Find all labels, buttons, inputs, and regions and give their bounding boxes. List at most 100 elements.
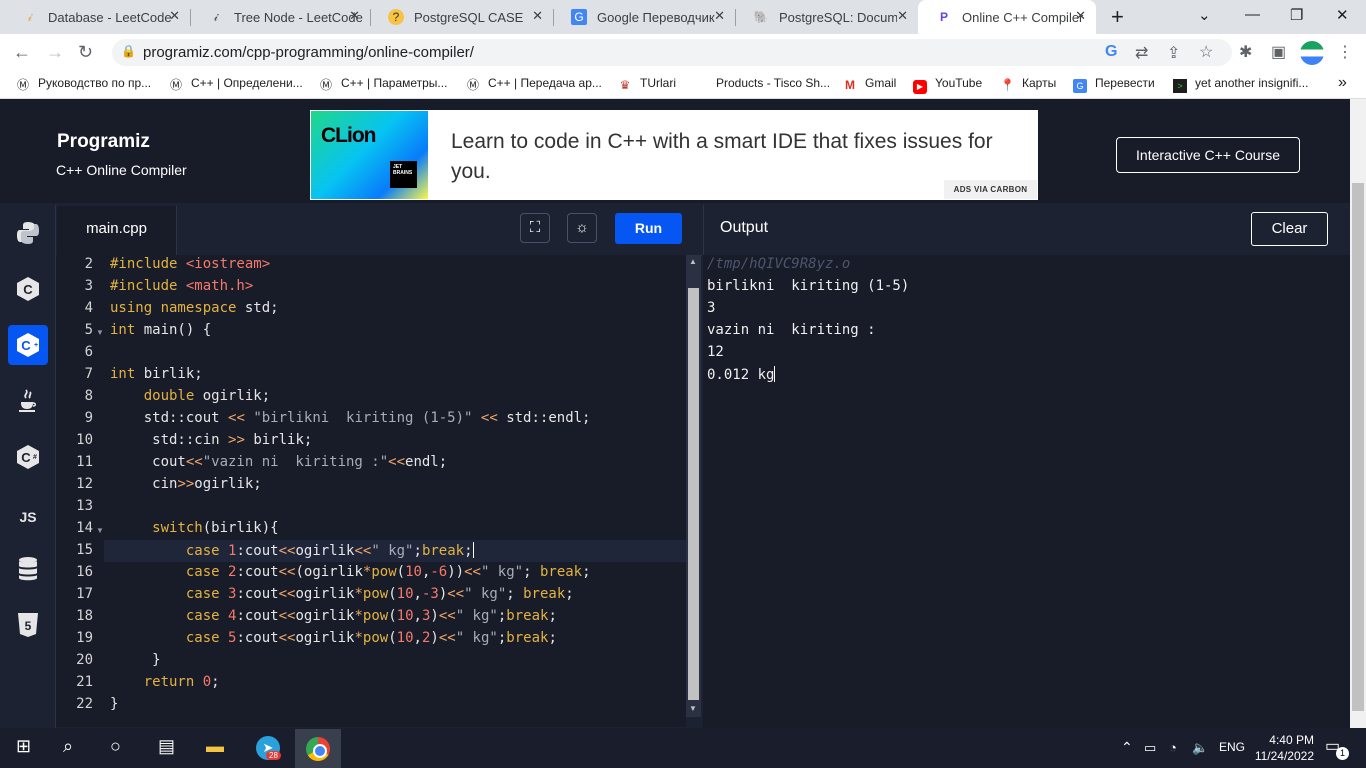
volume-icon[interactable]: 🔈 bbox=[1192, 740, 1208, 756]
html5-icon[interactable]: 5 bbox=[10, 607, 46, 643]
close-tab-icon[interactable]: ✕ bbox=[532, 8, 543, 24]
bookmark-item[interactable]: M Gmail bbox=[843, 76, 896, 92]
close-window-icon[interactable]: ✕ bbox=[1336, 6, 1349, 24]
code-line[interactable]: cin>>ogirlik; bbox=[110, 476, 262, 492]
javascript-icon[interactable]: JS bbox=[10, 499, 46, 535]
menu-icon[interactable]: ⋮ bbox=[1337, 42, 1353, 62]
line-number: 3 bbox=[84, 278, 93, 294]
close-tab-icon[interactable]: ✕ bbox=[169, 8, 180, 24]
side-panel-icon[interactable]: ▣ bbox=[1271, 42, 1286, 62]
new-tab-icon[interactable]: + bbox=[1111, 4, 1124, 30]
code-line[interactable]: int birlik; bbox=[110, 366, 203, 382]
battery-icon[interactable]: ▭ bbox=[1144, 740, 1156, 756]
editor-scrollbar-thumb[interactable] bbox=[688, 288, 699, 700]
fold-arrow-icon[interactable]: ▼ bbox=[96, 328, 104, 337]
bookmark-item[interactable]: Products - Tisco Sh... bbox=[716, 76, 830, 90]
code-line[interactable]: int main() { bbox=[110, 322, 211, 338]
code-line[interactable]: } bbox=[110, 696, 118, 712]
code-line[interactable]: switch(birlik){ bbox=[110, 520, 278, 536]
database-icon[interactable] bbox=[10, 551, 46, 587]
browser-tab-2[interactable]: 𝒾 Tree Node - LeetCode ✕ bbox=[190, 0, 370, 34]
code-line[interactable]: std::cout << "birlikni kiriting (1-5)" <… bbox=[110, 410, 591, 426]
ad-text[interactable]: Learn to code in C++ with a smart IDE th… bbox=[451, 127, 1011, 187]
bookmark-star-icon[interactable]: ☆ bbox=[1199, 42, 1213, 62]
minimize-icon[interactable]: — bbox=[1245, 6, 1260, 23]
taskbar-clock[interactable]: 4:40 PM 11/24/2022 bbox=[1254, 732, 1314, 764]
code-line[interactable]: #include <iostream> bbox=[110, 256, 270, 272]
code-line[interactable]: cout<<"vazin ni kiriting :"<<endl; bbox=[110, 454, 447, 470]
java-icon[interactable] bbox=[10, 383, 46, 419]
code-line[interactable]: #include <math.h> bbox=[110, 278, 253, 294]
interactive-course-button[interactable]: Interactive C++ Course bbox=[1116, 137, 1300, 173]
file-explorer-icon[interactable]: ▬ bbox=[206, 736, 224, 757]
browser-tab-1[interactable]: 𝒾 Database - LeetCode ✕ bbox=[4, 0, 190, 34]
close-tab-icon[interactable]: ✕ bbox=[714, 8, 725, 24]
python-icon[interactable] bbox=[10, 215, 46, 251]
code-line[interactable]: case 5:cout<<ogirlik*pow(10,2)<<" kg";br… bbox=[110, 630, 557, 646]
bookmark-item[interactable]: ▶ YouTube bbox=[913, 76, 982, 94]
browser-tab-3[interactable]: ? PostgreSQL CASE ✕ bbox=[370, 0, 553, 34]
close-tab-icon[interactable]: ✕ bbox=[349, 8, 360, 24]
fold-arrow-icon[interactable]: ▼ bbox=[96, 526, 104, 535]
search-icon[interactable]: ⌕ bbox=[63, 736, 73, 757]
scroll-down-icon[interactable]: ▼ bbox=[689, 704, 697, 713]
scroll-up-icon[interactable]: ▲ bbox=[689, 257, 697, 266]
page-scrollbar-thumb[interactable] bbox=[1352, 183, 1364, 711]
file-tab-main-cpp[interactable]: main.cpp bbox=[57, 206, 177, 255]
more-bookmarks-icon[interactable]: » bbox=[1338, 74, 1347, 92]
profile-avatar[interactable] bbox=[1300, 41, 1324, 65]
forward-icon[interactable]: → bbox=[46, 42, 64, 63]
code-line[interactable]: case 4:cout<<ogirlik*pow(10,3)<<" kg";br… bbox=[110, 608, 557, 624]
browser-tab-6-active[interactable]: P Online C++ Compiler ✕ bbox=[918, 0, 1096, 34]
browser-tab-5[interactable]: 🐘 PostgreSQL: Documen ✕ bbox=[735, 0, 918, 34]
theme-toggle-icon[interactable]: ☼ bbox=[567, 213, 597, 243]
lock-icon[interactable]: 🔒 bbox=[121, 44, 136, 58]
browser-tab-strip: 𝒾 Database - LeetCode ✕ 𝒾 Tree Node - Le… bbox=[0, 0, 1366, 34]
code-line[interactable]: } bbox=[110, 652, 160, 668]
c-icon[interactable]: C bbox=[10, 271, 46, 307]
back-icon[interactable]: ← bbox=[13, 42, 31, 63]
show-hidden-icons[interactable]: ⌃ bbox=[1121, 739, 1133, 756]
bookmark-item[interactable]: Ⓜ C++ | Передача ар... bbox=[466, 76, 602, 92]
fullscreen-icon[interactable]: ⛶ bbox=[520, 213, 550, 243]
bookmark-item[interactable]: > yet another insignifi... bbox=[1173, 76, 1308, 93]
code-line[interactable]: case 1:cout<<ogirlik<<" kg";break; bbox=[110, 542, 474, 559]
bookmark-item[interactable]: ♛ TUrlari bbox=[618, 76, 676, 92]
code-line[interactable]: case 3:cout<<ogirlik*pow(10,-3)<<" kg"; … bbox=[110, 586, 574, 602]
translate-icon[interactable]: ⇄ bbox=[1135, 43, 1148, 63]
extensions-icon[interactable]: ✱ bbox=[1239, 42, 1252, 62]
close-tab-icon[interactable]: ✕ bbox=[1075, 8, 1086, 24]
bookmark-item[interactable]: Ⓜ C++ | Параметры... bbox=[319, 76, 447, 92]
code-token: -3 bbox=[421, 586, 439, 602]
language-indicator[interactable]: ENG bbox=[1219, 740, 1245, 754]
code-line[interactable]: double ogirlik; bbox=[110, 388, 270, 404]
google-icon[interactable]: G bbox=[1105, 43, 1117, 61]
cortana-icon[interactable]: ○ bbox=[110, 736, 121, 757]
code-line[interactable]: case 2:cout<<(ogirlik*pow(10,-6))<<" kg"… bbox=[110, 564, 591, 580]
cpp-icon[interactable]: C + bbox=[8, 325, 48, 365]
csharp-icon[interactable]: C # bbox=[10, 439, 46, 475]
run-button[interactable]: Run bbox=[615, 213, 682, 244]
line-number: 17 bbox=[76, 586, 93, 602]
code-line[interactable]: using namespace std; bbox=[110, 300, 279, 316]
windows-start-icon[interactable]: ⊞ bbox=[16, 736, 31, 757]
close-tab-icon[interactable]: ✕ bbox=[897, 8, 908, 24]
bookmark-item[interactable]: Ⓜ C++ | Определени... bbox=[169, 76, 303, 92]
code-line[interactable]: std::cin >> birlik; bbox=[110, 432, 312, 448]
url-text[interactable]: programiz.com/cpp-programming/online-com… bbox=[143, 44, 474, 61]
code-line[interactable]: return 0; bbox=[110, 674, 220, 690]
network-icon[interactable]: ◔ bbox=[1169, 740, 1177, 755]
bookmark-item[interactable]: G Перевести bbox=[1073, 76, 1155, 93]
ads-via-carbon-label[interactable]: ADS VIA CARBON bbox=[944, 180, 1037, 199]
programiz-logo[interactable]: Programiz bbox=[57, 131, 150, 153]
bookmark-item[interactable]: Ⓜ Руководство по пр... bbox=[16, 76, 151, 92]
bookmark-item[interactable]: 📍 Карты bbox=[1000, 76, 1056, 92]
line-number: 2 bbox=[84, 256, 93, 272]
browser-tab-4[interactable]: G Google Переводчик ✕ bbox=[553, 0, 735, 34]
clear-button[interactable]: Clear bbox=[1251, 212, 1328, 246]
share-icon[interactable]: ⇪ bbox=[1167, 43, 1180, 63]
reload-icon[interactable]: ↻ bbox=[78, 42, 93, 63]
task-view-icon[interactable]: ▤ bbox=[158, 736, 175, 757]
maximize-icon[interactable]: ❐ bbox=[1290, 6, 1303, 24]
tab-search-icon[interactable]: ⌄ bbox=[1198, 6, 1211, 24]
